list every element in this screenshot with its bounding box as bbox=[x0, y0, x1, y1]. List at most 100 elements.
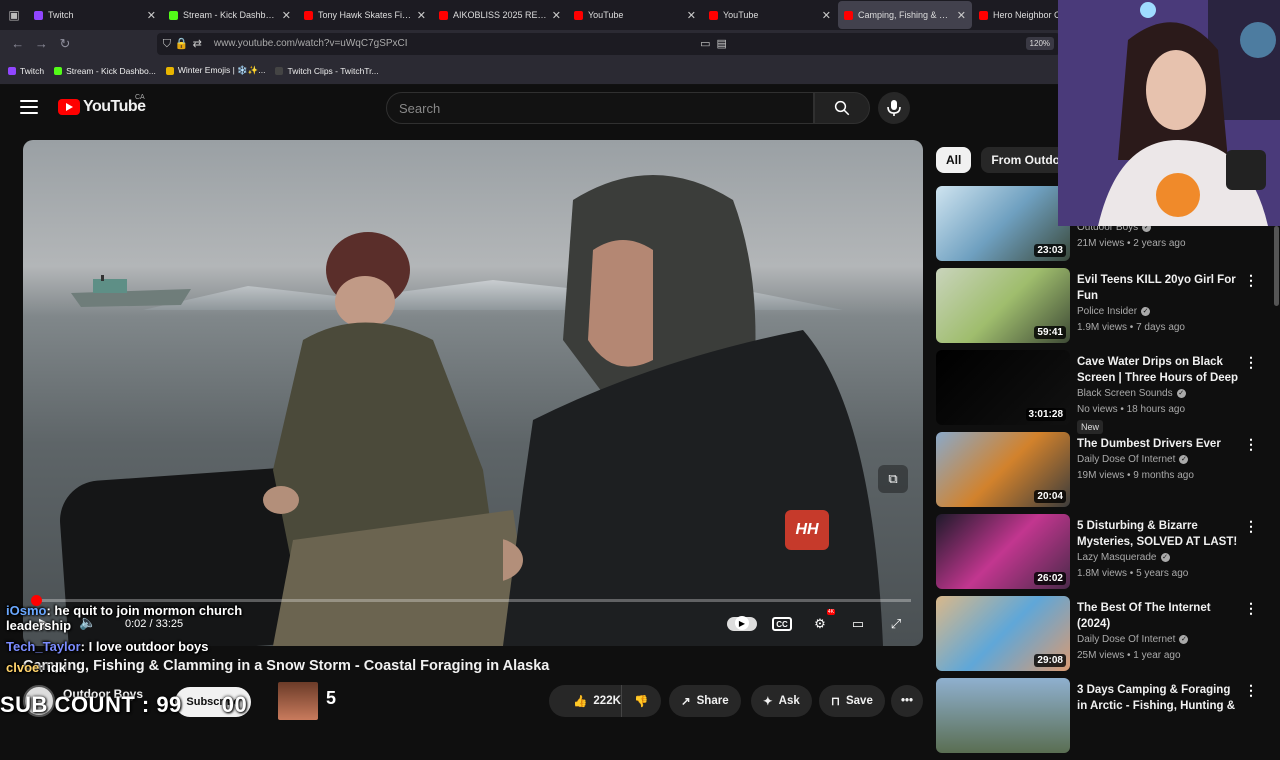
close-tab-icon[interactable]: ✕ bbox=[552, 9, 561, 22]
more-vertical-icon[interactable]: ⋮ bbox=[1244, 518, 1258, 535]
close-tab-icon[interactable]: ✕ bbox=[822, 9, 831, 22]
related-video-channel[interactable]: Lazy Masquerade ✓ bbox=[1077, 552, 1170, 563]
bookmarks-bar: Twitch Stream - Kick Dashbo... Winter Emoj… bbox=[0, 57, 1060, 85]
progress-bar[interactable] bbox=[30, 595, 911, 606]
video-thumbnail[interactable]: 20:04 bbox=[936, 432, 1070, 507]
channel-label: Daily Dose Of Internet bbox=[1077, 634, 1176, 645]
related-video-channel[interactable]: Daily Dose Of Internet ✓ bbox=[1077, 634, 1189, 645]
chip-all[interactable]: All bbox=[936, 147, 972, 173]
related-video-meta: 19M views • 9 months ago bbox=[1077, 470, 1194, 481]
video-player[interactable]: HH ⧉ ▶ 🔈 0:02 / 33:25 CC ⚙4K ▭ ⤢ bbox=[23, 140, 923, 646]
bookmark-item[interactable]: Twitch bbox=[8, 66, 44, 76]
video-thumbnail[interactable]: 26:02 bbox=[936, 514, 1070, 589]
tab-label: AIKOBLISS 2025 RECAP - Yc bbox=[453, 10, 548, 20]
search-placeholder: Search bbox=[399, 100, 441, 116]
related-video-channel[interactable]: Police Insider ✓ bbox=[1077, 306, 1151, 317]
verified-icon: ✓ bbox=[1141, 307, 1151, 316]
related-video-title[interactable]: The Dumbest Drivers Ever bbox=[1077, 436, 1242, 452]
reload-icon[interactable]: ↻ bbox=[53, 32, 77, 56]
gear-icon: ⚙ bbox=[814, 616, 826, 631]
bookmark-item[interactable]: Winter Emojis | ❄️✨... bbox=[165, 65, 265, 76]
tab-favicon-icon bbox=[34, 10, 43, 20]
theater-mode-icon[interactable]: ▭ bbox=[845, 612, 871, 636]
youtube-play-icon bbox=[58, 99, 80, 115]
more-vertical-icon[interactable]: ⋮ bbox=[1244, 272, 1258, 289]
verified-icon: ✓ bbox=[1176, 389, 1186, 398]
sparkle-icon: ✦ bbox=[763, 696, 773, 708]
search-button[interactable] bbox=[814, 92, 870, 124]
video-thumbnail[interactable]: 3:01:28 bbox=[936, 350, 1070, 425]
video-thumbnail[interactable]: 59:41 bbox=[936, 268, 1070, 343]
close-tab-icon[interactable]: ✕ bbox=[417, 9, 426, 22]
browser-tab[interactable]: Stream - Kick Dashboard ✕ bbox=[163, 1, 297, 29]
microphone-icon bbox=[887, 100, 901, 116]
close-tab-icon[interactable]: ✕ bbox=[282, 9, 291, 22]
video-duration: 59:41 bbox=[1034, 326, 1066, 339]
related-video-channel[interactable]: Black Screen Sounds ✓ bbox=[1077, 388, 1186, 399]
more-vertical-icon[interactable]: ⋮ bbox=[1244, 354, 1258, 371]
bookmark-label: Twitch Clips - TwitchTr... bbox=[287, 65, 379, 76]
bookmark-favicon-icon bbox=[8, 66, 16, 75]
bookmark-favicon-icon bbox=[54, 66, 63, 75]
fullscreen-icon[interactable]: ⤢ bbox=[883, 612, 909, 636]
share-button[interactable]: ↗ Share bbox=[669, 685, 741, 717]
chat-text: I love outdoor boys bbox=[88, 639, 209, 654]
related-video-item[interactable]: 3:01:28 Cave Water Drips on Black Screen … bbox=[936, 350, 1276, 434]
site-security-icons: ⛉🔒⇄ bbox=[162, 37, 206, 50]
related-video-title[interactable]: The Best Of The Internet (2024) bbox=[1077, 600, 1242, 632]
zoom-level[interactable]: 120% bbox=[1025, 37, 1055, 50]
related-video-title[interactable]: 5 Disturbing & Bizarre Mysteries, SOLVED… bbox=[1077, 518, 1242, 550]
related-video-channel[interactable]: Daily Dose Of Internet ✓ bbox=[1077, 454, 1189, 465]
captions-icon: CC bbox=[772, 617, 792, 631]
related-video-item[interactable]: 26:02 5 Disturbing & Bizarre Mysteries, S… bbox=[936, 514, 1276, 596]
search-input[interactable]: Search bbox=[386, 92, 814, 124]
bookmark-item[interactable]: Twitch Clips - TwitchTr... bbox=[275, 65, 379, 76]
address-bar[interactable]: ⛉🔒⇄ www.youtube.com/watch?v=uWqC7gSPxCI … bbox=[156, 32, 1061, 55]
autoplay-toggle[interactable] bbox=[727, 616, 757, 631]
dislike-button[interactable]: 👎 bbox=[621, 685, 661, 717]
browser-tab[interactable]: YouTube ✕ bbox=[568, 1, 702, 29]
miniplayer-icon[interactable]: ⧉ bbox=[878, 465, 908, 493]
youtube-logo[interactable]: YouTube bbox=[58, 98, 146, 116]
related-video-meta: 1.9M views • 7 days ago bbox=[1077, 322, 1185, 333]
related-video-title[interactable]: Evil Teens KILL 20yo Girl For Fun bbox=[1077, 272, 1242, 304]
browser-tab[interactable]: Twitch ✕ bbox=[28, 1, 162, 29]
video-thumbnail[interactable]: 29:08 bbox=[936, 596, 1070, 671]
browser-tab[interactable]: Tony Hawk Skates First Dov ✕ bbox=[298, 1, 432, 29]
browser-tab[interactable]: AIKOBLISS 2025 RECAP - Yc ✕ bbox=[433, 1, 567, 29]
bookmark-label: Stream - Kick Dashbo... bbox=[66, 65, 156, 76]
browser-tab[interactable]: YouTube ✕ bbox=[703, 1, 837, 29]
tab-favicon-icon bbox=[844, 10, 853, 20]
more-actions-button[interactable]: ••• bbox=[891, 685, 923, 717]
close-tab-icon[interactable]: ✕ bbox=[147, 9, 156, 22]
tab-list-icon[interactable]: ▣ bbox=[0, 0, 28, 30]
video-thumbnail[interactable]: 23:03 bbox=[936, 186, 1070, 261]
more-vertical-icon[interactable]: ⋮ bbox=[1244, 682, 1258, 699]
settings-button[interactable]: ⚙ 4K bbox=[807, 609, 835, 636]
back-icon[interactable]: ← bbox=[6, 32, 30, 56]
ask-button[interactable]: ✦ Ask bbox=[751, 685, 812, 717]
captions-button[interactable]: CC bbox=[769, 612, 795, 636]
related-video-item[interactable]: 3 Days Camping & Foraging in Arctic - Fi… bbox=[936, 678, 1276, 760]
video-duration: 26:02 bbox=[1034, 572, 1066, 585]
close-tab-icon[interactable]: ✕ bbox=[687, 9, 696, 22]
forward-icon[interactable]: → bbox=[30, 32, 54, 56]
related-video-item[interactable]: 29:08 The Best Of The Internet (2024) Dail… bbox=[936, 596, 1276, 678]
menu-icon[interactable] bbox=[20, 100, 38, 114]
bookmark-item[interactable]: Stream - Kick Dashbo... bbox=[54, 66, 156, 76]
related-video-title[interactable]: Cave Water Drips on Black Screen | Three… bbox=[1077, 354, 1242, 386]
page-action-icons[interactable]: ▭▤ bbox=[700, 37, 733, 50]
thumbs-down-icon: 👎 bbox=[634, 696, 649, 708]
close-tab-icon[interactable]: ✕ bbox=[957, 9, 966, 22]
browser-tab[interactable]: Camping, Fishing & Clamn ✕ bbox=[838, 1, 972, 29]
save-button[interactable]: ⊓ Save bbox=[819, 685, 885, 717]
video-thumbnail[interactable] bbox=[936, 678, 1070, 753]
sidebar-scrollbar[interactable] bbox=[1274, 226, 1279, 306]
related-video-item[interactable]: 59:41 Evil Teens KILL 20yo Girl For Fun Po… bbox=[936, 268, 1276, 350]
more-vertical-icon[interactable]: ⋮ bbox=[1244, 600, 1258, 617]
voice-search-button[interactable] bbox=[878, 92, 910, 124]
more-vertical-icon[interactable]: ⋮ bbox=[1244, 436, 1258, 453]
related-video-title[interactable]: 3 Days Camping & Foraging in Arctic - Fi… bbox=[1077, 682, 1242, 714]
related-video-item[interactable]: 20:04 The Dumbest Drivers Ever Daily Dose … bbox=[936, 432, 1276, 514]
related-video-meta: 1.8M views • 5 years ago bbox=[1077, 568, 1189, 579]
